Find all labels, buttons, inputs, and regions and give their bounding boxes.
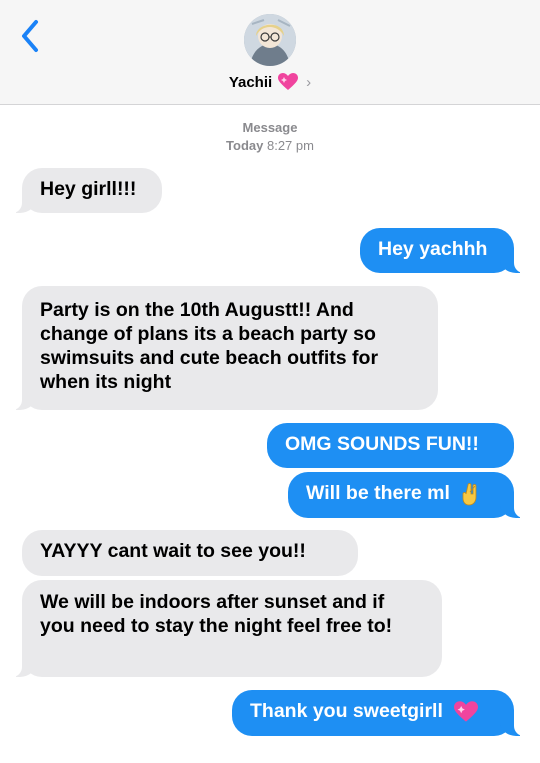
sparkling-heart-emoji bbox=[278, 73, 299, 90]
message-bubble-outgoing[interactable]: OMG SOUNDS FUN!! bbox=[267, 423, 514, 468]
service-label: Message bbox=[242, 120, 298, 135]
message-bubble-incoming[interactable]: Party is on the 10th Augustt!! And chang… bbox=[10, 286, 438, 410]
chevron-left-icon bbox=[22, 20, 38, 52]
crossed-fingers-emoji bbox=[462, 482, 477, 506]
back-button[interactable] bbox=[16, 18, 46, 54]
message-text: Thank you sweetgirll bbox=[250, 700, 443, 722]
contact-avatar[interactable] bbox=[244, 14, 296, 66]
message-bubble-incoming[interactable]: Hey girll!!! bbox=[10, 168, 162, 213]
message-bubble-incoming[interactable]: We will be indoors after sunset and if y… bbox=[10, 580, 442, 677]
timestamp-day: Today bbox=[226, 138, 264, 153]
message-bubble-incoming[interactable]: YAYYY cant wait to see you!! bbox=[22, 530, 358, 576]
contact-chevron-icon: › bbox=[306, 73, 312, 91]
message-text: We will be indoors after sunset and if y… bbox=[40, 591, 393, 637]
message-bubble-outgoing[interactable]: Hey yachhh bbox=[360, 228, 526, 273]
contact-name: Yachii bbox=[228, 73, 273, 91]
message-text: Party is on the 10th Augustt!! And chang… bbox=[40, 299, 379, 393]
contact-name-row[interactable]: Yachii › bbox=[0, 71, 540, 93]
message-service-label: Message bbox=[0, 120, 540, 135]
conversation-header: Yachii › bbox=[0, 0, 540, 105]
timestamp: Today 8:27 pm bbox=[0, 138, 540, 153]
message-text: OMG SOUNDS FUN!! bbox=[285, 433, 479, 455]
sparkling-heart-emoji bbox=[454, 701, 479, 722]
message-text: Hey yachhh bbox=[378, 238, 488, 260]
message-text: YAYYY cant wait to see you!! bbox=[40, 540, 306, 562]
message-text: Hey girll!!! bbox=[40, 178, 137, 200]
message-text: Will be there ml bbox=[306, 482, 450, 504]
message-bubble-outgoing[interactable]: Will be there ml bbox=[288, 472, 526, 518]
message-bubble-outgoing[interactable]: Thank you sweetgirll bbox=[232, 690, 526, 736]
avatar-illustration bbox=[244, 14, 296, 66]
timestamp-time: 8:27 pm bbox=[266, 138, 314, 153]
